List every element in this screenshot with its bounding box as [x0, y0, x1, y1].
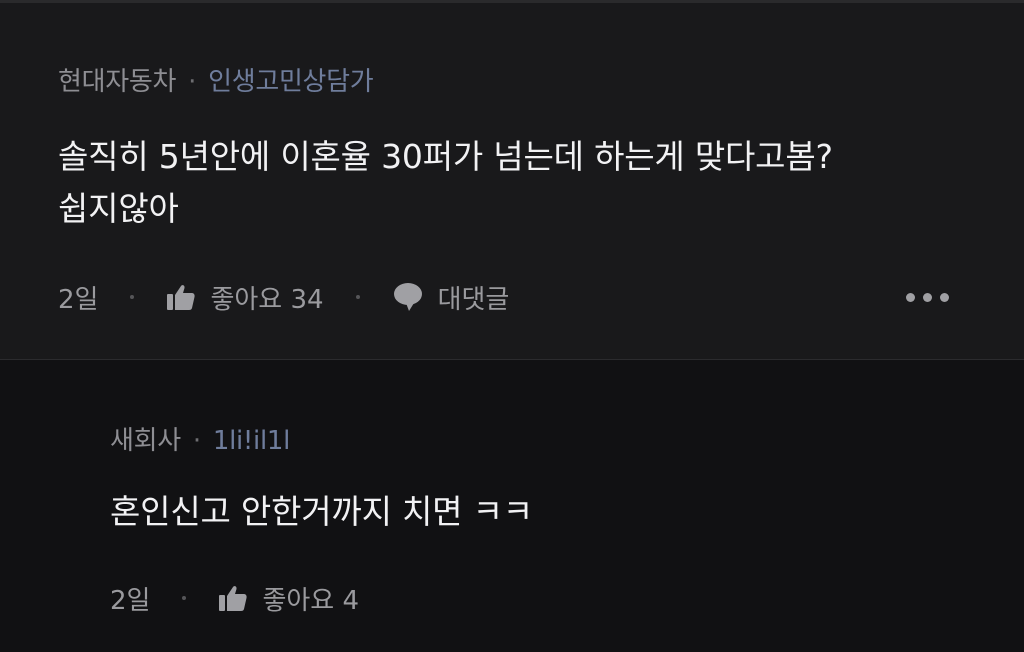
comment-text-line: 솔직히 5년안에 이혼율 30퍼가 넘는데 하는게 맞다고봄? — [58, 137, 833, 176]
action-separator — [130, 295, 135, 299]
like-button[interactable]: 좋아요 34 — [166, 279, 324, 316]
comment-text-line: 혼인신고 안한거까지 치면 ㅋㅋ — [110, 492, 533, 531]
comment-actions: 2일 좋아요 34 대댓글 — [58, 277, 509, 317]
thumbs-up-icon — [166, 283, 196, 311]
author-name[interactable]: 현대자동차 — [58, 67, 176, 97]
reply-button[interactable]: 대댓글 — [392, 279, 510, 316]
comment-text: 솔직히 5년안에 이혼율 30퍼가 넘는데 하는게 맞다고봄? 쉽지않아 — [58, 131, 833, 235]
comment-item: 현대자동차 · 인생고민상담가 솔직히 5년안에 이혼율 30퍼가 넘는데 하는게 … — [0, 3, 1024, 360]
author-tag: 1li!il1l — [212, 426, 291, 456]
reply-label: 대댓글 — [437, 284, 510, 315]
comment-header: 새회사 · 1li!il1l — [110, 420, 290, 457]
speech-bubble-icon — [392, 282, 424, 312]
comment-text: 혼인신고 안한거까지 치면 ㅋㅋ — [110, 486, 533, 538]
action-separator — [182, 596, 187, 600]
more-dot — [923, 293, 932, 302]
like-label: 좋아요 4 — [262, 585, 360, 616]
comment-time: 2일 — [110, 585, 151, 616]
more-dot — [940, 293, 949, 302]
meta-separator: · — [188, 67, 197, 97]
meta-separator: · — [192, 426, 201, 456]
comment-header: 현대자동차 · 인생고민상담가 — [58, 61, 374, 98]
like-button[interactable]: 좋아요 4 — [218, 580, 359, 617]
action-separator — [355, 295, 360, 299]
author-tag: 인생고민상담가 — [208, 67, 374, 97]
more-dot — [906, 293, 915, 302]
author-name[interactable]: 새회사 — [110, 426, 181, 456]
like-label: 좋아요 34 — [210, 284, 324, 315]
thumbs-up-icon — [218, 584, 248, 612]
comment-actions: 2일 좋아요 4 — [110, 578, 359, 618]
more-button[interactable] — [906, 293, 949, 302]
reply-item: 새회사 · 1li!il1l 혼인신고 안한거까지 치면 ㅋㅋ 2일 좋아요 4 — [0, 360, 1024, 652]
comment-text-line: 쉽지않아 — [58, 189, 179, 228]
comment-time: 2일 — [58, 284, 99, 315]
